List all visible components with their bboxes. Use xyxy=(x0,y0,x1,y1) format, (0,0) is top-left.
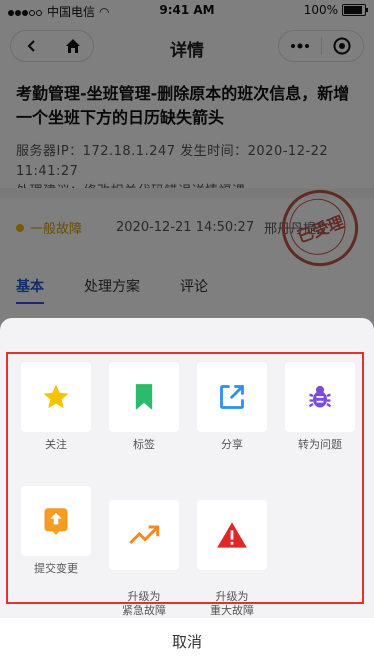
action-tag-label: 标签 xyxy=(133,438,155,451)
cancel-button[interactable]: 取消 xyxy=(0,618,374,667)
bookmark-icon xyxy=(135,384,153,410)
action-follow[interactable]: 关注 xyxy=(12,362,100,452)
bug-icon xyxy=(308,385,332,408)
upload-icon xyxy=(44,508,68,535)
warning-icon xyxy=(217,522,247,548)
action-upgrade-urgent-label: 升级为 紧急故障 xyxy=(122,590,166,617)
action-share-label: 分享 xyxy=(221,438,243,451)
action-follow-label: 关注 xyxy=(45,438,67,451)
action-sheet: 关注 标签 分享 转为问题 提交变更 升级为 紧急故障 升级为 重大故障 取消 xyxy=(0,318,374,667)
action-tag[interactable]: 标签 xyxy=(100,362,188,452)
action-upgrade-major[interactable]: 升级为 重大故障 xyxy=(188,486,276,632)
action-tag-tile[interactable] xyxy=(109,362,179,432)
action-submit-change-label: 提交变更 xyxy=(34,562,78,575)
share-icon xyxy=(220,385,244,409)
action-submit-change-tile[interactable] xyxy=(21,486,91,556)
action-upgrade-urgent-tile[interactable] xyxy=(109,500,179,570)
trending-up-icon xyxy=(129,525,160,545)
action-share-tile[interactable] xyxy=(197,362,267,432)
action-follow-tile[interactable] xyxy=(21,362,91,432)
action-convert-issue-label: 转为问题 xyxy=(298,438,342,451)
action-upgrade-urgent[interactable]: 升级为 紧急故障 xyxy=(100,486,188,632)
star-icon xyxy=(43,384,69,409)
action-convert-issue[interactable]: 转为问题 xyxy=(276,362,364,452)
action-share[interactable]: 分享 xyxy=(188,362,276,452)
action-upgrade-major-label: 升级为 重大故障 xyxy=(210,590,254,617)
action-upgrade-major-tile[interactable] xyxy=(197,500,267,570)
action-grid: 关注 标签 分享 转为问题 提交变更 升级为 紧急故障 升级为 重大故障 xyxy=(6,352,364,617)
action-convert-issue-tile[interactable] xyxy=(285,362,355,432)
action-submit-change[interactable]: 提交变更 xyxy=(12,486,100,576)
